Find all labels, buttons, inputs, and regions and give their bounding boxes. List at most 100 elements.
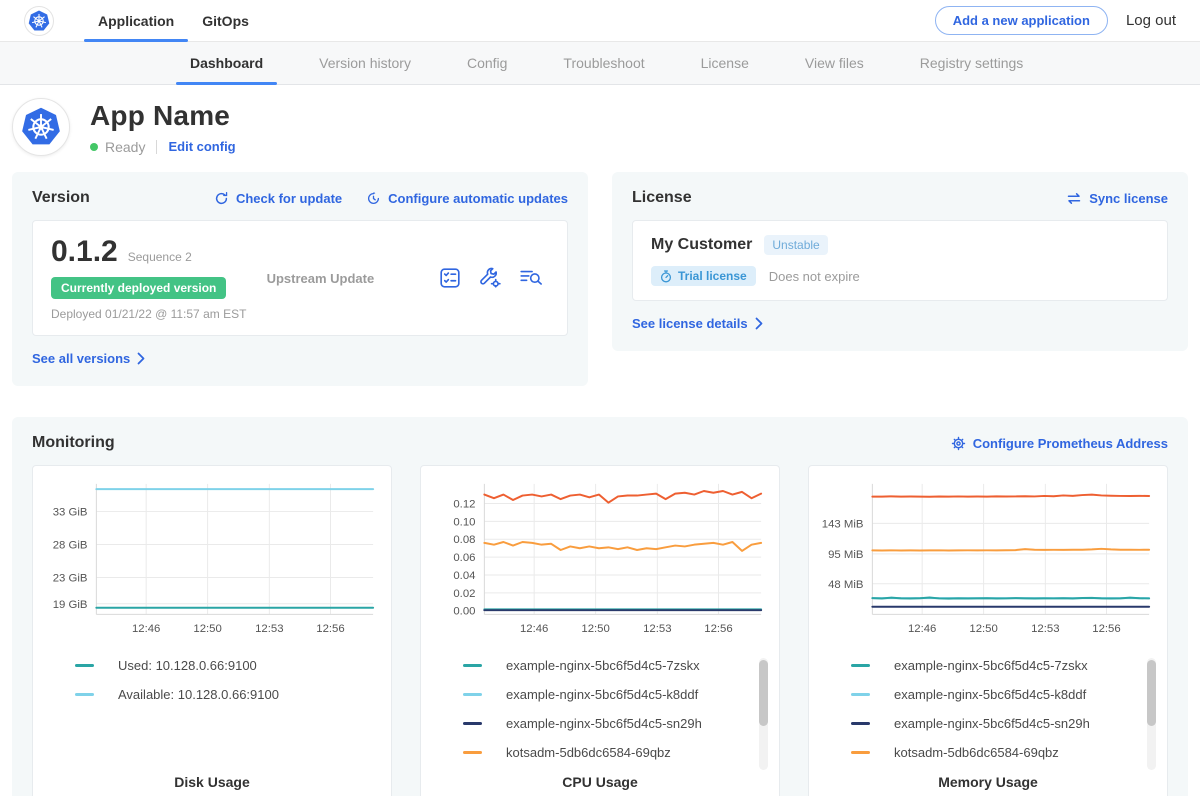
svg-text:0.10: 0.10 — [453, 516, 475, 528]
sync-icon — [1066, 192, 1082, 205]
legend-swatch-icon — [851, 722, 870, 725]
view-diff-icon[interactable] — [519, 267, 543, 289]
version-card-title: Version — [32, 189, 90, 207]
chart-title-cpu-usage: CPU Usage — [429, 774, 771, 790]
ready-status-dot-icon — [90, 143, 98, 151]
chart-legend-disk-usage: Used: 10.128.0.66:9100Available: 10.128.… — [41, 658, 383, 774]
version-number: 0.1.2 — [51, 235, 118, 269]
edit-config-link[interactable]: Edit config — [168, 139, 235, 154]
version-card: Version Check for update — [12, 172, 588, 386]
logout-button[interactable]: Log out — [1126, 12, 1176, 29]
svg-text:0.04: 0.04 — [453, 570, 475, 582]
customer-name: My Customer — [651, 236, 752, 254]
sub-nav-tab-version-history[interactable]: Version history — [305, 42, 425, 84]
legend-swatch-icon — [463, 693, 482, 696]
current-version-panel: 0.1.2 Sequence 2 Currently deployed vers… — [32, 220, 568, 336]
see-all-versions-label: See all versions — [32, 351, 130, 366]
configure-prometheus-label: Configure Prometheus Address — [973, 436, 1168, 451]
app-status: Ready — [105, 139, 145, 155]
top-nav-tabs: ApplicationGitOps — [84, 0, 263, 41]
chart-plot-cpu-usage: 0.120.100.080.060.040.020.0012:4612:5012… — [429, 474, 771, 644]
chart-card-cpu-usage: 0.120.100.080.060.040.020.0012:4612:5012… — [420, 465, 780, 796]
legend-label: Used: 10.128.0.66:9100 — [118, 658, 257, 673]
chart-card-memory-usage: 143 MiB95 MiB48 MiB12:4612:5012:5312:56e… — [808, 465, 1168, 796]
series-line-example-nginx-5bc6f5d4c5-7zskx — [872, 598, 1149, 599]
legend-item: Used: 10.128.0.66:9100 — [75, 658, 383, 673]
configure-automatic-updates-link[interactable]: Configure automatic updates — [366, 191, 568, 206]
legend-scrollbar-thumb[interactable] — [1147, 660, 1156, 726]
svg-text:12:53: 12:53 — [643, 623, 671, 635]
sub-nav-tab-dashboard[interactable]: Dashboard — [176, 42, 277, 84]
sub-nav-tab-license[interactable]: License — [687, 42, 763, 84]
legend-swatch-icon — [463, 722, 482, 725]
svg-text:143 MiB: 143 MiB — [822, 518, 864, 530]
svg-text:0.06: 0.06 — [453, 552, 475, 564]
top-nav-tab-gitops[interactable]: GitOps — [188, 0, 263, 41]
svg-text:95 MiB: 95 MiB — [828, 549, 863, 561]
svg-text:12:46: 12:46 — [132, 623, 160, 635]
check-for-update-link[interactable]: Check for update — [214, 191, 342, 206]
edit-config-wrench-icon[interactable] — [479, 267, 501, 289]
series-line-kotsadm-5db6dc6584-69qbz — [484, 542, 761, 551]
legend-item: example-nginx-5bc6f5d4c5-7zskx — [463, 658, 771, 673]
chart-title-disk-usage: Disk Usage — [41, 774, 383, 790]
monitoring-title: Monitoring — [32, 434, 115, 452]
svg-text:0.02: 0.02 — [453, 588, 475, 600]
svg-text:33 GiB: 33 GiB — [53, 507, 88, 519]
svg-text:0.08: 0.08 — [453, 534, 475, 546]
chart-plot-memory-usage: 143 MiB95 MiB48 MiB12:4612:5012:5312:56 — [817, 474, 1159, 644]
legend-item: kotsadm-5db6dc6584-69qbz — [851, 745, 1159, 760]
refresh-icon — [214, 191, 229, 206]
svg-text:12:53: 12:53 — [255, 623, 283, 635]
legend-swatch-icon — [75, 664, 94, 667]
configure-prometheus-link[interactable]: Configure Prometheus Address — [951, 436, 1168, 451]
svg-text:0.00: 0.00 — [453, 606, 475, 618]
sub-nav-tab-view-files[interactable]: View files — [791, 42, 878, 84]
legend-label: example-nginx-5bc6f5d4c5-sn29h — [894, 716, 1090, 731]
svg-text:23 GiB: 23 GiB — [53, 572, 88, 584]
license-card-title: License — [632, 189, 692, 207]
page-title: App Name — [90, 100, 236, 132]
chevron-right-icon — [755, 317, 763, 330]
sub-nav-tab-config[interactable]: Config — [453, 42, 521, 84]
svg-text:12:46: 12:46 — [520, 623, 548, 635]
monitoring-card: Monitoring Configure Prometheus Address … — [12, 417, 1188, 796]
schedule-update-icon — [366, 191, 381, 206]
svg-text:0.12: 0.12 — [453, 498, 475, 510]
svg-text:12:50: 12:50 — [969, 623, 997, 635]
add-new-application-button[interactable]: Add a new application — [935, 6, 1108, 35]
legend-swatch-icon — [851, 693, 870, 696]
legend-scrollbar[interactable] — [759, 658, 768, 770]
see-license-details-link[interactable]: See license details — [632, 316, 763, 331]
license-card: License Sync license My Customer Unstabl… — [612, 172, 1188, 351]
legend-swatch-icon — [463, 664, 482, 667]
trial-license-badge: Trial license — [651, 266, 756, 286]
series-line-legend-scrolled-out-of-view — [484, 491, 761, 503]
sync-license-link[interactable]: Sync license — [1066, 191, 1168, 206]
see-all-versions-link[interactable]: See all versions — [32, 351, 145, 366]
sub-nav-tab-registry-settings[interactable]: Registry settings — [906, 42, 1037, 84]
svg-text:48 MiB: 48 MiB — [828, 579, 863, 591]
legend-label: kotsadm-5db6dc6584-69qbz — [506, 745, 671, 760]
legend-item: kotsadm-5db6dc6584-69qbz — [463, 745, 771, 760]
license-expiry: Does not expire — [769, 269, 860, 284]
legend-scrollbar[interactable] — [1147, 658, 1156, 770]
gear-icon — [951, 436, 966, 451]
stopwatch-icon — [660, 270, 672, 283]
legend-item: example-nginx-5bc6f5d4c5-k8ddf — [851, 687, 1159, 702]
chevron-right-icon — [137, 352, 145, 365]
legend-label: example-nginx-5bc6f5d4c5-7zskx — [894, 658, 1088, 673]
kubernetes-logo-icon — [24, 6, 54, 36]
charts-row: 33 GiB28 GiB23 GiB19 GiB12:4612:5012:531… — [32, 465, 1168, 796]
legend-scrollbar-thumb[interactable] — [759, 660, 768, 726]
preflight-checks-icon[interactable] — [439, 267, 461, 289]
top-nav-tab-application[interactable]: Application — [84, 0, 188, 41]
see-license-details-label: See license details — [632, 316, 748, 331]
legend-swatch-icon — [851, 664, 870, 667]
trial-license-label: Trial license — [678, 269, 747, 283]
legend-swatch-icon — [851, 751, 870, 754]
sub-nav-tab-troubleshoot[interactable]: Troubleshoot — [549, 42, 658, 84]
legend-item: example-nginx-5bc6f5d4c5-sn29h — [851, 716, 1159, 731]
legend-swatch-icon — [75, 693, 94, 696]
chart-legend-memory-usage: example-nginx-5bc6f5d4c5-7zskx example-ng… — [817, 658, 1159, 774]
